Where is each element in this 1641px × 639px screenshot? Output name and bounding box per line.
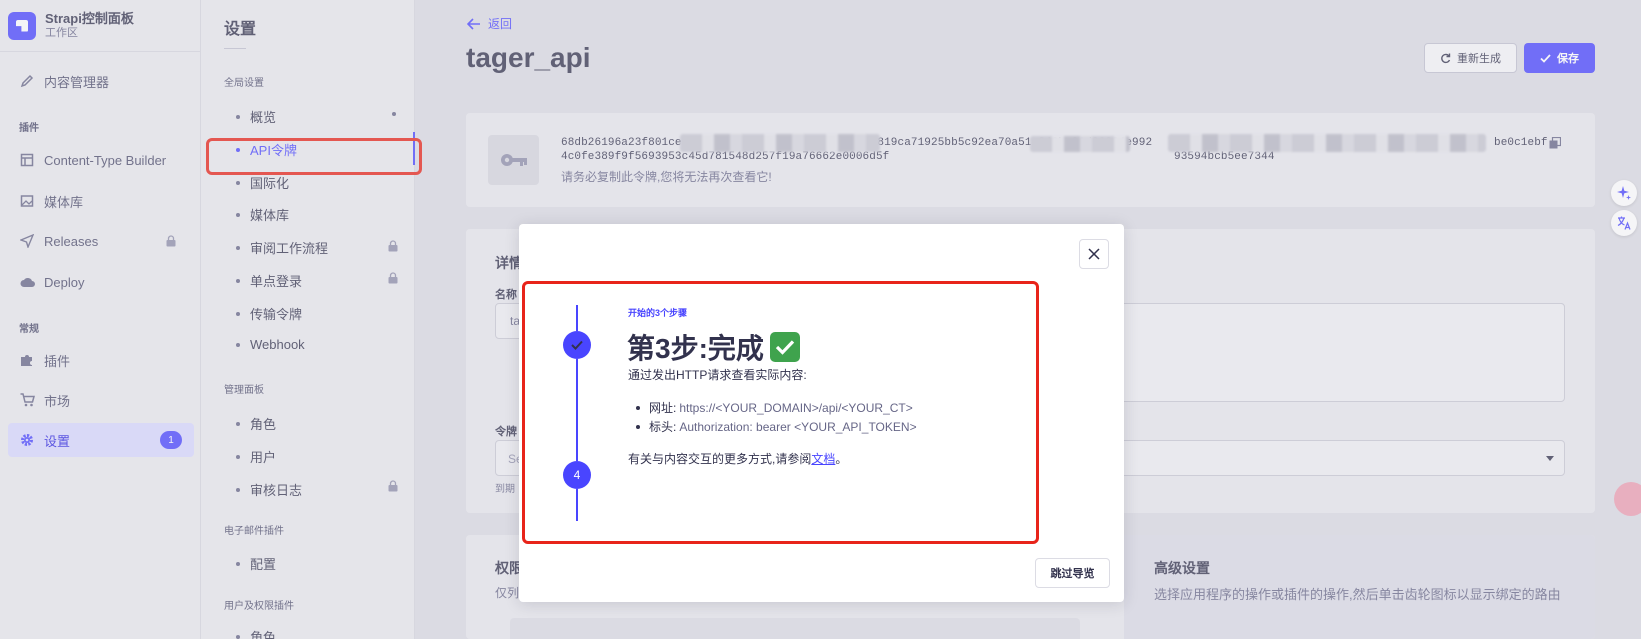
skip-tour-button[interactable]: 跳过导览 — [1035, 558, 1110, 588]
close-icon — [1088, 248, 1100, 260]
highlight-box — [522, 281, 1039, 544]
close-button[interactable] — [1079, 239, 1109, 269]
